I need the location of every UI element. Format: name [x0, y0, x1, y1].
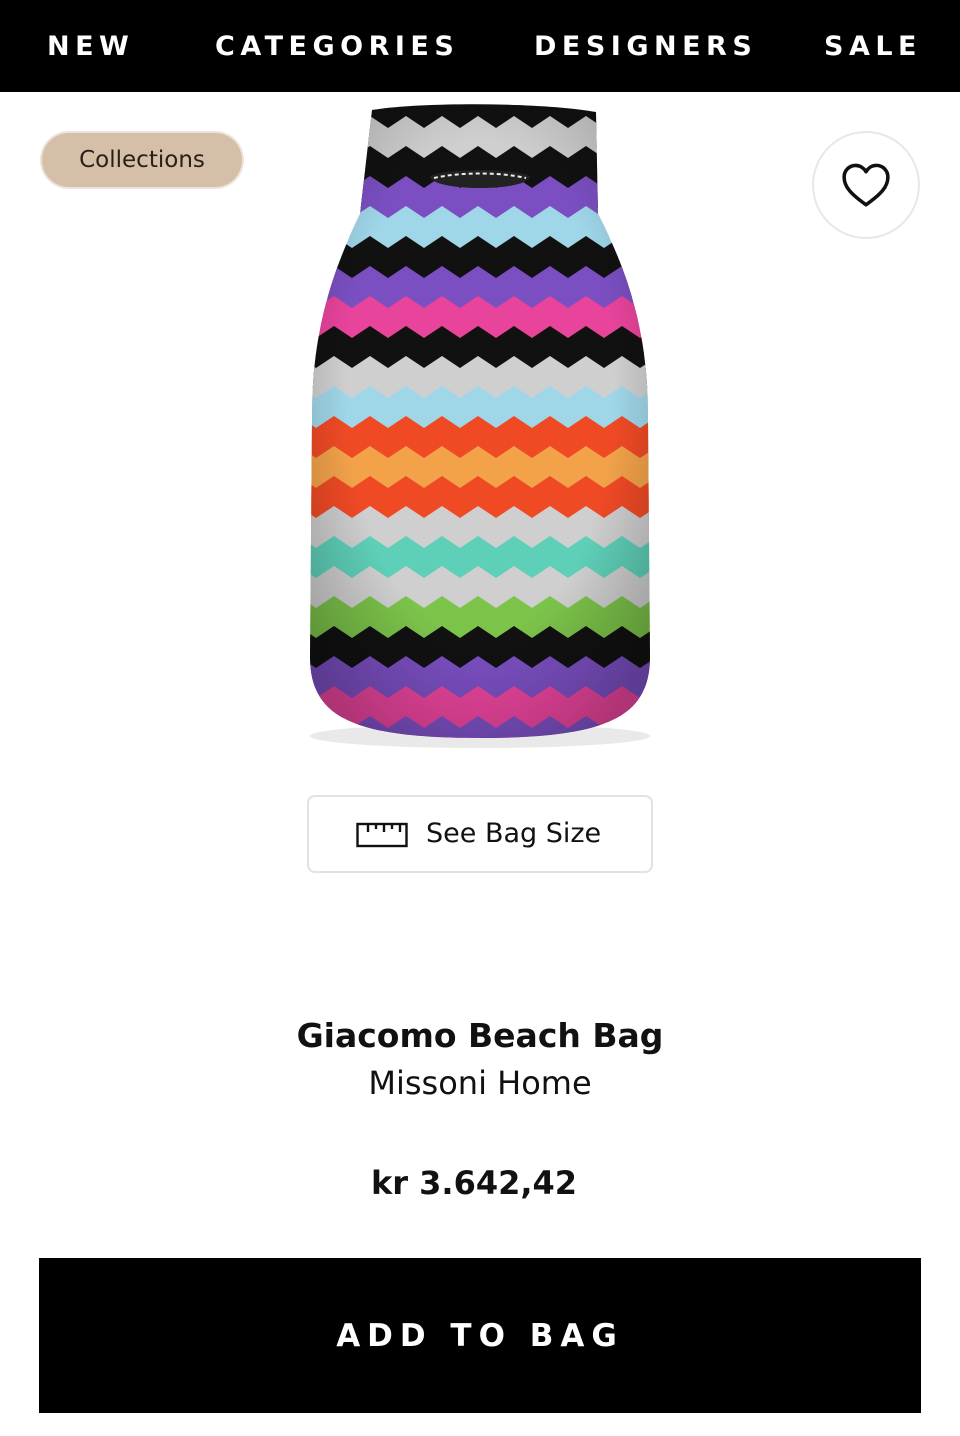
product-price: kr 3.642,42: [370, 1164, 578, 1202]
nav-item-sale[interactable]: SALE: [824, 0, 922, 92]
wishlist-button[interactable]: [812, 131, 920, 239]
nav-item-categories[interactable]: CATEGORIES: [215, 0, 459, 92]
ruler-icon: [356, 822, 408, 848]
top-navigation: NEW CATEGORIES DESIGNERS SALE: [0, 0, 960, 92]
add-to-bag-button[interactable]: ADD TO BAG: [39, 1258, 921, 1413]
product-image: [310, 104, 650, 748]
see-bag-size-button[interactable]: See Bag Size: [307, 795, 653, 873]
product-name: Giacomo Beach Bag: [296, 1016, 664, 1055]
nav-item-new[interactable]: NEW: [47, 0, 134, 92]
collections-badge[interactable]: Collections: [40, 131, 244, 189]
heart-icon: [842, 163, 890, 207]
product-brand[interactable]: Missoni Home: [0, 1064, 960, 1102]
nav-item-designers[interactable]: DESIGNERS: [534, 0, 757, 92]
see-bag-size-label: See Bag Size: [426, 818, 602, 849]
